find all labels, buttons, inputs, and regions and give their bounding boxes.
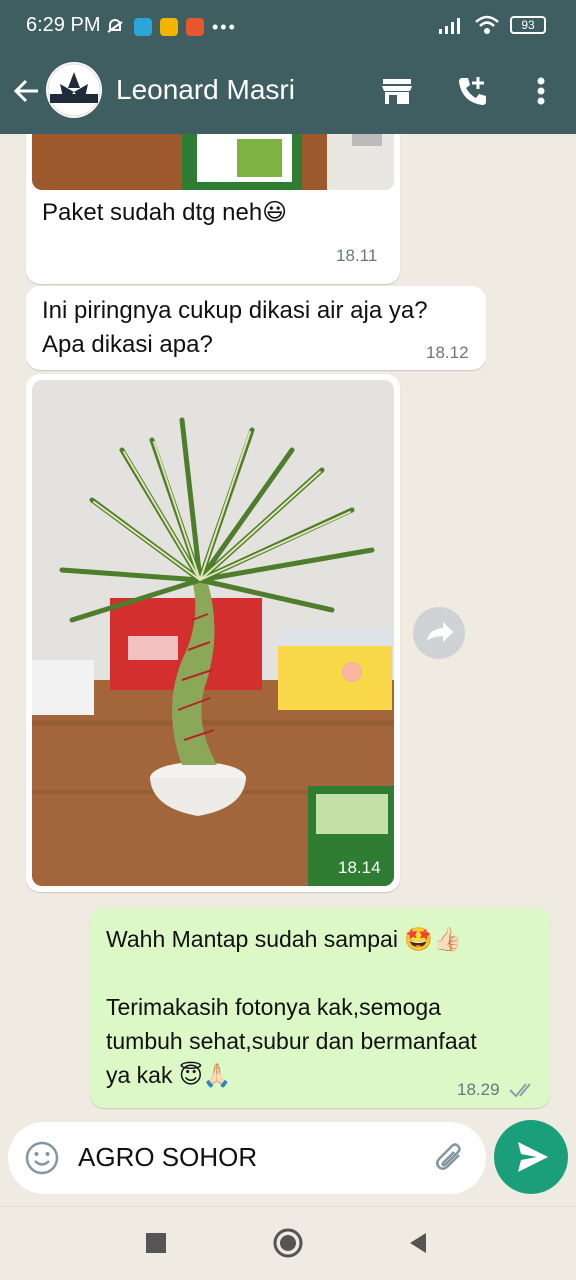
message-text: Ini piringnya cukup dikasi air aja ya? A… [42,297,428,358]
forward-arrow-icon [427,622,453,642]
status-time: 6:29 PM [26,14,101,36]
send-button[interactable] [494,1120,568,1194]
status-bar: 6:29 PM ••• 93 [0,0,576,56]
store-icon[interactable] [380,74,414,108]
shopee-icon [186,18,204,36]
forward-button[interactable] [413,607,465,659]
message-bubble-image[interactable]: 18.14 [26,374,400,892]
navigation-bar [0,1206,576,1280]
message-bubble-incoming[interactable]: Ini piringnya cukup dikasi air aja ya? A… [26,286,486,370]
wifi-icon [475,15,499,34]
notification-icons: ••• [104,16,237,38]
message-composer[interactable]: AGRO SOHOR [8,1122,486,1194]
back-nav-icon[interactable] [406,1231,430,1255]
message-text: Paket sudah dtg neh😃 [42,199,288,226]
telegram-icon [134,18,152,36]
read-receipt-icon [509,1083,531,1098]
avatar[interactable] [46,62,102,118]
message-input[interactable]: AGRO SOHOR [78,1142,257,1173]
signal-icon [439,18,460,34]
plant-photo[interactable]: 18.14 [32,380,394,886]
more-notifications-icon: ••• [212,16,237,37]
system-icons: 93 [438,14,546,36]
package-photo[interactable] [32,134,394,190]
message-time: 18.14 [338,858,381,877]
message-bubble-incoming[interactable]: Paket sudah dtg neh😃 18.11 [26,134,400,284]
back-arrow-icon[interactable] [12,76,42,106]
more-options-icon[interactable] [524,74,558,108]
notes-icon [160,18,178,36]
recents-icon[interactable] [144,1231,168,1255]
home-icon[interactable] [272,1227,304,1259]
message-time: 18.11 [336,246,378,265]
add-call-icon[interactable] [456,74,490,108]
message-bubble-outgoing[interactable]: Wahh Mantap sudah sampai 🤩👍🏻 Terimakasih… [90,908,550,1108]
emoji-icon[interactable] [24,1140,60,1176]
chat-area[interactable]: Paket sudah dtg neh😃 18.11 Ini piringnya… [0,134,576,1124]
send-icon [518,1142,548,1172]
message-time: 18.12 [426,343,469,362]
battery-indicator: 93 [510,16,546,34]
chat-header: Leonard Masri [0,56,576,134]
message-text: Wahh Mantap sudah sampai 🤩👍🏻 Terimakasih… [106,926,477,1088]
mute-icon [107,19,123,33]
attach-icon[interactable] [432,1140,468,1176]
message-time: 18.29 [457,1080,500,1099]
contact-name[interactable]: Leonard Masri [116,74,295,106]
